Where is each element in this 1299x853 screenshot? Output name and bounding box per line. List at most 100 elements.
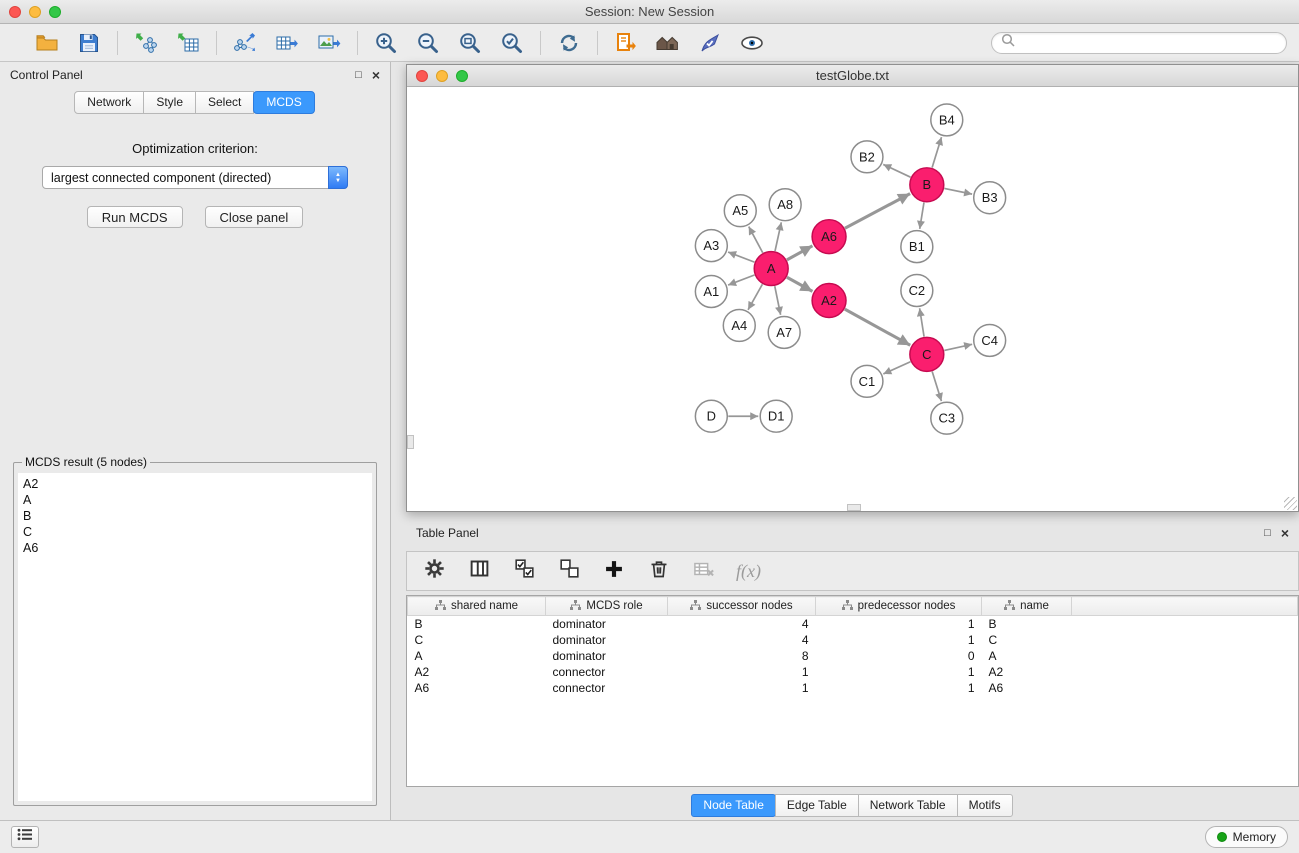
node-B2[interactable]: B2 xyxy=(851,141,883,173)
edge-A-A4[interactable] xyxy=(748,284,762,310)
minimize-window-button[interactable] xyxy=(29,6,41,18)
vertical-scroll-nub[interactable] xyxy=(407,435,414,449)
zoom-out-button[interactable] xyxy=(407,27,449,59)
resize-grip[interactable] xyxy=(1284,497,1297,510)
first-neighbors-button[interactable] xyxy=(605,27,647,59)
column-header-mcds-role[interactable]: MCDS role xyxy=(546,597,668,616)
show-graphics-details-button[interactable] xyxy=(731,27,773,59)
export-network-button[interactable] xyxy=(224,27,266,59)
float-table-panel-icon[interactable]: □ xyxy=(1264,528,1271,539)
mcds-result-item[interactable]: A2 xyxy=(23,476,367,492)
node-A1[interactable]: A1 xyxy=(695,276,727,308)
close-table-panel-icon[interactable]: × xyxy=(1281,526,1289,540)
table-row[interactable]: A2connector11A2 xyxy=(408,664,1298,680)
mcds-result-list[interactable]: A2ABCA6 xyxy=(18,473,372,801)
edge-A-A6[interactable] xyxy=(787,246,813,260)
horizontal-scroll-nub[interactable] xyxy=(847,504,861,511)
network-minimize-button[interactable] xyxy=(436,70,448,82)
table-row[interactable]: A6connector11A6 xyxy=(408,680,1298,696)
details-flag-button[interactable] xyxy=(689,27,731,59)
network-graph[interactable]: B4B2BB3A5A8A6B1A3AA1C2A2A4A7C4CC1DD1C3 xyxy=(407,88,1298,511)
edge-A6-B[interactable] xyxy=(845,194,910,229)
select-all-button[interactable] xyxy=(511,558,537,584)
close-panel-button[interactable]: Close panel xyxy=(205,206,304,228)
node-A[interactable]: A xyxy=(754,252,788,286)
tab-mcds[interactable]: MCDS xyxy=(253,91,314,114)
import-network-button[interactable] xyxy=(125,27,167,59)
node-C2[interactable]: C2 xyxy=(901,275,933,307)
save-session-button[interactable] xyxy=(68,27,110,59)
mcds-result-item[interactable]: C xyxy=(23,524,367,540)
network-canvas[interactable]: B4B2BB3A5A8A6B1A3AA1C2A2A4A7C4CC1DD1C3 xyxy=(407,88,1298,511)
node-B1[interactable]: B1 xyxy=(901,231,933,263)
float-panel-icon[interactable]: □ xyxy=(355,70,362,81)
edge-C-C2[interactable] xyxy=(920,308,924,336)
criterion-select[interactable]: largest connected component (directed) ▲… xyxy=(42,166,348,189)
tab-network[interactable]: Network xyxy=(74,91,144,114)
mcds-result-item[interactable]: A6 xyxy=(23,540,367,556)
node-D[interactable]: D xyxy=(695,400,727,432)
node-A4[interactable]: A4 xyxy=(723,309,755,341)
delete-columns-button[interactable] xyxy=(646,558,672,584)
edge-A-A5[interactable] xyxy=(749,227,763,253)
edge-A2-C[interactable] xyxy=(845,309,910,345)
mcds-result-item[interactable]: A xyxy=(23,492,367,508)
add-column-button[interactable] xyxy=(601,558,627,584)
tab-select[interactable]: Select xyxy=(195,91,254,114)
column-header-name[interactable]: name xyxy=(982,597,1072,616)
edge-C-C1[interactable] xyxy=(883,362,910,374)
table-row[interactable]: Bdominator41B xyxy=(408,616,1298,632)
show-columns-button[interactable] xyxy=(466,558,492,584)
node-C3[interactable]: C3 xyxy=(931,402,963,434)
network-zoom-button[interactable] xyxy=(456,70,468,82)
node-B4[interactable]: B4 xyxy=(931,104,963,136)
edge-B-B2[interactable] xyxy=(883,164,910,177)
home-button[interactable] xyxy=(647,27,689,59)
table-options-button[interactable] xyxy=(421,558,447,584)
edge-A-A3[interactable] xyxy=(728,252,754,262)
node-D1[interactable]: D1 xyxy=(760,400,792,432)
export-image-button[interactable] xyxy=(308,27,350,59)
delete-table-button[interactable] xyxy=(691,558,717,584)
mcds-result-item[interactable]: B xyxy=(23,508,367,524)
import-table-button[interactable] xyxy=(167,27,209,59)
node-B[interactable]: B xyxy=(910,168,944,202)
edge-C-C3[interactable] xyxy=(932,372,941,402)
edge-C-C4[interactable] xyxy=(944,344,972,350)
edge-A-A8[interactable] xyxy=(775,222,781,251)
table-tab-node-table[interactable]: Node Table xyxy=(691,794,776,817)
zoom-in-button[interactable] xyxy=(365,27,407,59)
table-tab-network-table[interactable]: Network Table xyxy=(858,794,958,817)
node-A7[interactable]: A7 xyxy=(768,316,800,348)
zoom-window-button[interactable] xyxy=(49,6,61,18)
edge-A-A1[interactable] xyxy=(728,275,754,285)
column-header-successor-nodes[interactable]: successor nodes xyxy=(668,597,816,616)
node-C[interactable]: C xyxy=(910,337,944,371)
export-table-button[interactable] xyxy=(266,27,308,59)
node-A5[interactable]: A5 xyxy=(724,195,756,227)
edge-B-B3[interactable] xyxy=(944,188,972,194)
table-tab-edge-table[interactable]: Edge Table xyxy=(775,794,859,817)
edge-A-A7[interactable] xyxy=(775,286,781,315)
close-window-button[interactable] xyxy=(9,6,21,18)
search-input[interactable] xyxy=(1020,36,1277,50)
run-mcds-button[interactable]: Run MCDS xyxy=(87,206,183,228)
open-session-button[interactable] xyxy=(26,27,68,59)
node-C4[interactable]: C4 xyxy=(974,324,1006,356)
table-row[interactable]: Adominator80A xyxy=(408,648,1298,664)
node-A3[interactable]: A3 xyxy=(695,230,727,262)
apply-layout-button[interactable] xyxy=(548,27,590,59)
node-A2[interactable]: A2 xyxy=(812,284,846,318)
deselect-all-button[interactable] xyxy=(556,558,582,584)
close-panel-icon[interactable]: × xyxy=(372,68,380,82)
edge-A-A2[interactable] xyxy=(787,277,813,291)
memory-button[interactable]: Memory xyxy=(1205,826,1288,848)
tab-style[interactable]: Style xyxy=(143,91,196,114)
function-builder-button[interactable]: f(x) xyxy=(736,558,761,584)
show-panels-button[interactable] xyxy=(11,826,39,848)
node-A6[interactable]: A6 xyxy=(812,220,846,254)
column-header-shared-name[interactable]: shared name xyxy=(408,597,546,616)
column-header-predecessor-nodes[interactable]: predecessor nodes xyxy=(816,597,982,616)
node-A8[interactable]: A8 xyxy=(769,189,801,221)
node-C1[interactable]: C1 xyxy=(851,365,883,397)
